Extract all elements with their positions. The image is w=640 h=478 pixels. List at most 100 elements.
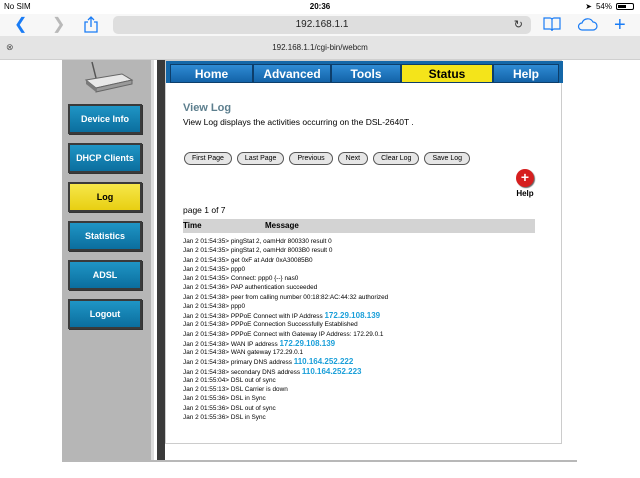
- log-time: Jan 2 01:54:38>: [183, 313, 230, 320]
- plus-icon[interactable]: +: [614, 15, 626, 35]
- side-panel: Device Info DHCP Clients Log Statistics …: [62, 60, 154, 460]
- log-message: DSL Carrier is down: [230, 386, 288, 393]
- log-row: Jan 2 01:54:38> WAN IP address 172.29.10…: [183, 339, 543, 348]
- log-row: Jan 2 01:54:38> secondary DNS address 11…: [183, 367, 543, 376]
- log-row: Jan 2 01:54:35> pingStat 2, oamHdr 80033…: [183, 237, 543, 246]
- help-button[interactable]: + Help: [512, 169, 538, 198]
- reload-icon[interactable]: ↻: [514, 16, 523, 34]
- log-row: Jan 2 01:54:35> get 0xF at Addr 0xA30085…: [183, 256, 543, 265]
- main-content: Home Advanced Tools Status Help View Log…: [165, 60, 563, 444]
- first-page-button[interactable]: First Page: [184, 152, 232, 165]
- address-bar[interactable]: 192.168.1.1 ↻: [113, 16, 531, 34]
- log-time: Jan 2 01:55:36>: [183, 413, 230, 421]
- log-message: DSL out of sync: [230, 404, 276, 412]
- log-time: Jan 2 01:55:36>: [183, 395, 230, 403]
- log-message: get 0xF at Addr 0xA30085B0: [230, 256, 313, 264]
- log-row: Jan 2 01:55:13> DSL Carrier is down: [183, 385, 543, 394]
- log-row: Jan 2 01:54:38> primary DNS address 110.…: [183, 357, 543, 366]
- log-ip-address: 172.29.108.139: [324, 311, 381, 320]
- top-nav: Home Advanced Tools Status Help: [166, 61, 563, 83]
- tab-bar: ⊗ 192.168.1.1/cgi-bin/webcm: [0, 36, 640, 60]
- divider: [157, 60, 165, 460]
- log-time: Jan 2 01:54:35>: [183, 247, 230, 255]
- tab-home[interactable]: Home: [170, 64, 253, 83]
- log-row: Jan 2 01:54:35> Connect: ppp0 {--} nas0: [183, 274, 543, 283]
- save-log-button[interactable]: Save Log: [424, 152, 471, 165]
- log-message: primary DNS address: [230, 359, 292, 367]
- log-time: Jan 2 01:54:35>: [183, 265, 230, 273]
- log-message: PPPoE Connect with IP Address: [230, 313, 323, 320]
- log-message: ppp0: [230, 265, 246, 273]
- log-message: pingStat 2, oamHdr 800330 result 0: [230, 238, 332, 245]
- log-row: Jan 2 01:54:38> PPPoE Connect with Gatew…: [183, 330, 543, 339]
- log-time: Jan 2 01:54:38>: [183, 321, 230, 329]
- status-bar: No SIM 20:36 ➤ 54%: [0, 0, 640, 14]
- log-row: Jan 2 01:54:35> pingStat 2, oamHdr 8003B…: [183, 246, 543, 255]
- nav-dhcp-clients[interactable]: DHCP Clients: [68, 143, 142, 173]
- help-label: Help: [516, 189, 534, 198]
- tab-title[interactable]: 192.168.1.1/cgi-bin/webcm: [0, 43, 640, 52]
- log-message: secondary DNS address: [230, 368, 301, 376]
- log-time: Jan 2 01:55:04>: [183, 376, 230, 384]
- location-icon: ➤: [585, 2, 592, 11]
- nav-statistics[interactable]: Statistics: [68, 221, 142, 251]
- nav-logout[interactable]: Logout: [68, 299, 142, 329]
- log-time: Jan 2 01:54:38>: [183, 349, 230, 356]
- log-time: Jan 2 01:54:38>: [183, 340, 230, 348]
- clock: 20:36: [309, 2, 331, 11]
- next-button[interactable]: Next: [337, 152, 369, 165]
- log-row: Jan 2 01:54:36> PAP authentication succe…: [183, 283, 543, 292]
- nav-log[interactable]: Log: [68, 182, 142, 212]
- log-message: pingStat 2, oamHdr 8003B0 result 0: [230, 247, 333, 255]
- tab-status[interactable]: Status: [401, 64, 493, 83]
- log-time: Jan 2 01:55:36>: [183, 404, 230, 412]
- tab-tools[interactable]: Tools: [331, 64, 401, 83]
- log-ip-address: 172.29.108.139: [279, 338, 336, 348]
- log-table-header: Time Message: [183, 219, 535, 233]
- log-message: Connect: ppp0 {--} nas0: [230, 275, 299, 282]
- clear-log-button[interactable]: Clear Log: [373, 152, 420, 165]
- router-page: Device Info DHCP Clients Log Statistics …: [0, 60, 640, 478]
- tab-help[interactable]: Help: [493, 64, 559, 83]
- log-message: DSL in Sync: [230, 413, 266, 421]
- log-buttons: First Page Last Page Previous Next Clear…: [184, 152, 471, 165]
- log-ip-address: 110.164.252.223: [301, 366, 362, 376]
- log-row: Jan 2 01:54:35> ppp0: [183, 265, 543, 274]
- log-time: Jan 2 01:55:13>: [183, 386, 230, 393]
- log-time: Jan 2 01:54:38>: [183, 330, 230, 338]
- nav-device-info[interactable]: Device Info: [68, 104, 142, 134]
- nav-adsl[interactable]: ADSL: [68, 260, 142, 290]
- last-page-button[interactable]: Last Page: [236, 152, 285, 165]
- forward-icon[interactable]: ❯: [52, 16, 65, 34]
- log-message: WAN IP address: [230, 340, 278, 348]
- log-row: Jan 2 01:55:04> DSL out of sync: [183, 376, 543, 385]
- log-message: peer from calling number 00:18:82:AC:44:…: [230, 293, 389, 301]
- page-bottom-edge: [62, 460, 577, 462]
- log-time: Jan 2 01:54:35>: [183, 275, 230, 282]
- address-text: 192.168.1.1: [295, 19, 349, 30]
- log-time: Jan 2 01:54:35>: [183, 238, 230, 245]
- previous-button[interactable]: Previous: [289, 152, 333, 165]
- log-time: Jan 2 01:54:38>: [183, 359, 230, 367]
- log-time: Jan 2 01:54:38>: [183, 368, 230, 376]
- browser-toolbar: ❮ ❯ 192.168.1.1 ↻ +: [0, 14, 640, 36]
- back-icon[interactable]: ❮: [14, 16, 27, 34]
- page-description: View Log displays the activities occurri…: [183, 117, 414, 127]
- log-row: Jan 2 01:55:36> DSL in Sync: [183, 413, 543, 422]
- battery-percent: 54%: [595, 2, 612, 11]
- log-message: PPPoE Connect with Gateway IP Address: 1…: [230, 330, 384, 338]
- status-right: ➤ 54%: [585, 2, 634, 11]
- page-indicator: page 1 of 7: [183, 205, 226, 215]
- tab-advanced[interactable]: Advanced: [253, 64, 331, 83]
- share-icon[interactable]: [84, 16, 98, 38]
- log-ip-address: 110.164.252.222: [293, 357, 354, 367]
- log-message: WAN gateway 172.29.0.1: [230, 349, 304, 356]
- log-row: Jan 2 01:54:38> PPPoE Connection Success…: [183, 320, 543, 329]
- battery-icon: [616, 3, 634, 10]
- log-message: ppp0: [230, 302, 246, 310]
- cloud-icon[interactable]: [576, 16, 598, 37]
- book-icon[interactable]: [543, 16, 561, 37]
- time-column-header: Time: [183, 221, 202, 230]
- battery-fill: [618, 5, 626, 8]
- log-row: Jan 2 01:54:38> WAN gateway 172.29.0.1: [183, 348, 543, 357]
